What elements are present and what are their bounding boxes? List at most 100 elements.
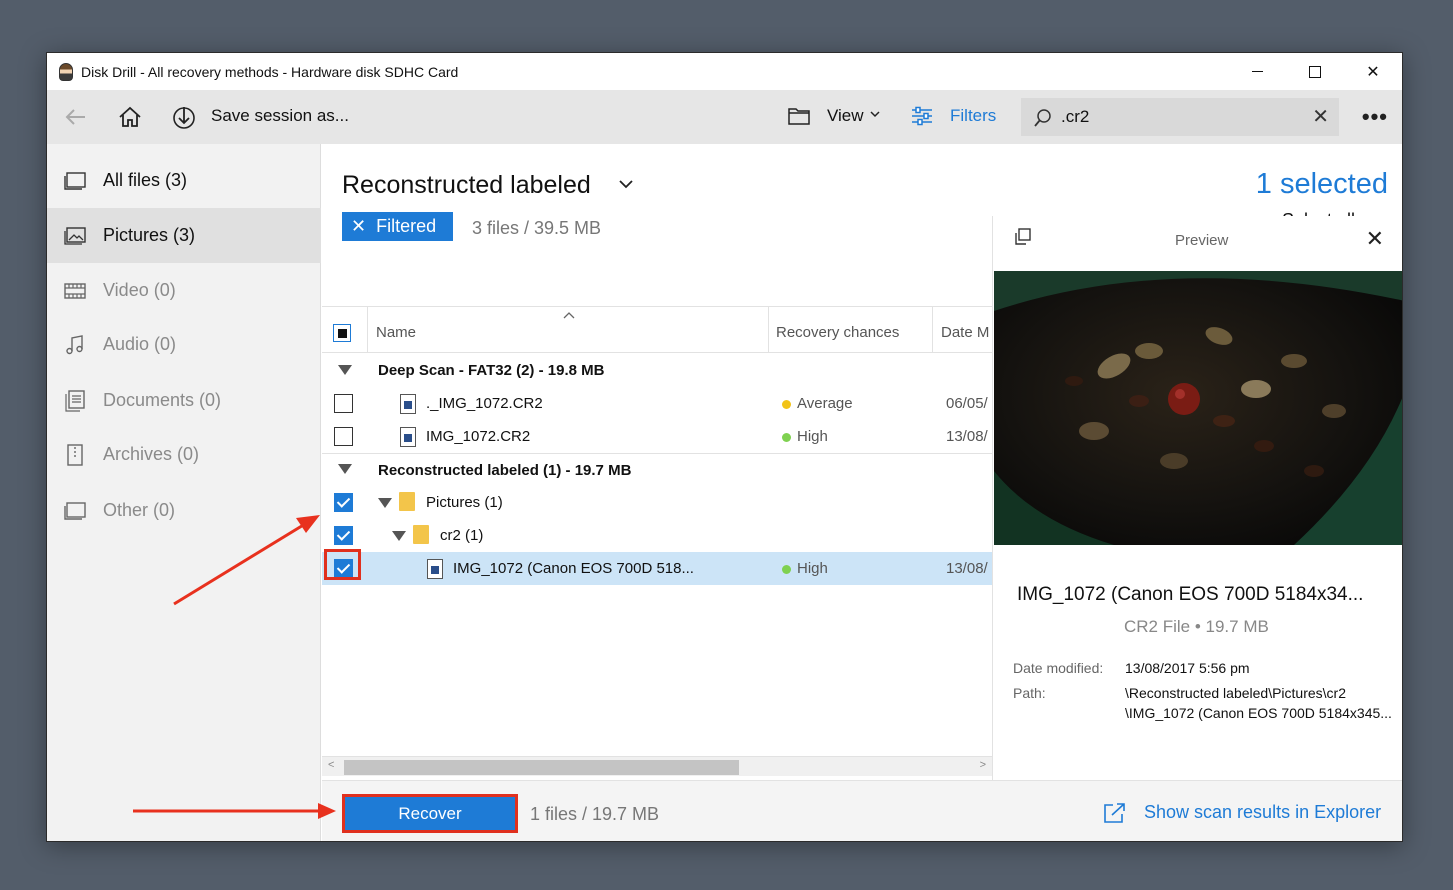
sidebar-item-pictures[interactable]: Pictures (3) xyxy=(47,208,321,263)
table-row-selected[interactable]: IMG_1072 (Canon EOS 700D 518... High 13/… xyxy=(322,549,992,585)
collapse-triangle-icon[interactable] xyxy=(392,531,406,541)
folder-name: Pictures (1) xyxy=(426,494,503,511)
group-label: Deep Scan - FAT32 (2) - 19.8 MB xyxy=(378,362,605,379)
show-in-explorer-link[interactable]: Show scan results in Explorer xyxy=(1144,802,1381,823)
sidebar-item-documents[interactable]: Documents (0) xyxy=(47,373,321,428)
sidebar-item-other[interactable]: Other (0) xyxy=(47,483,321,538)
folder-icon xyxy=(399,492,415,511)
search-box[interactable]: ✕ xyxy=(1021,98,1339,136)
file-name: IMG_1072 (Canon EOS 700D 518... xyxy=(453,560,694,577)
status-dot-average xyxy=(782,400,791,409)
title-bar: Disk Drill - All recovery methods - Hard… xyxy=(47,53,1402,90)
app-logo-icon xyxy=(59,62,73,81)
collapse-triangle-icon[interactable] xyxy=(338,464,352,474)
column-header-name[interactable]: Name xyxy=(376,324,416,341)
scrollbar-thumb[interactable] xyxy=(344,760,739,775)
table-row[interactable]: ._IMG_1072.CR2 Average 06/05/ xyxy=(322,387,992,420)
sidebar-item-label: Pictures (3) xyxy=(103,225,196,245)
table-row[interactable]: IMG_1072.CR2 High 13/08/ xyxy=(322,420,992,453)
column-divider[interactable] xyxy=(768,307,769,353)
date-modified-label: Date modified: xyxy=(1013,660,1104,676)
horizontal-scrollbar[interactable]: < > xyxy=(322,756,992,776)
more-icon[interactable]: ••• xyxy=(1362,104,1388,130)
column-divider[interactable] xyxy=(932,307,933,353)
clear-search-icon[interactable]: ✕ xyxy=(1312,107,1329,127)
file-list-panel: Reconstructed labeled ✕ Filtered 3 files… xyxy=(322,144,992,841)
highlight-box xyxy=(324,549,361,580)
recover-button[interactable]: Recover xyxy=(342,794,518,833)
minimize-button[interactable] xyxy=(1228,53,1286,90)
folder-row[interactable]: cr2 (1) xyxy=(322,519,992,552)
save-session-button[interactable]: Save session as... xyxy=(211,106,349,126)
status-dot-high xyxy=(782,565,791,574)
page-title[interactable]: Reconstructed labeled xyxy=(342,171,591,200)
row-checkbox[interactable] xyxy=(334,427,353,446)
row-checkbox[interactable] xyxy=(334,394,353,413)
folder-icon[interactable] xyxy=(787,105,811,127)
copy-icon[interactable] xyxy=(1013,228,1031,246)
column-header-date[interactable]: Date M xyxy=(941,324,989,341)
scroll-right-icon[interactable]: > xyxy=(980,759,986,771)
search-input[interactable] xyxy=(1061,104,1301,130)
path-value-line2: \IMG_1072 (Canon EOS 700D 5184x345... xyxy=(1125,705,1392,721)
group-label: Reconstructed labeled (1) - 19.7 MB xyxy=(378,462,632,479)
close-window-button[interactable]: ✕ xyxy=(1344,53,1402,90)
path-label: Path: xyxy=(1013,685,1046,701)
date-modified-value: 13/08/2017 5:56 pm xyxy=(1125,660,1250,676)
toolbar: Save session as... View Filters ✕ ••• xyxy=(47,90,1402,144)
back-arrow-icon[interactable] xyxy=(63,104,89,130)
sidebar-item-label: Documents (0) xyxy=(103,390,222,410)
document-icon xyxy=(64,389,86,412)
other-files-icon xyxy=(64,501,86,521)
filters-button[interactable]: Filters xyxy=(950,106,996,126)
row-checkbox[interactable] xyxy=(334,526,353,545)
scroll-left-icon[interactable]: < xyxy=(328,759,334,771)
chevron-down-icon[interactable] xyxy=(869,108,881,122)
recovery-chance: High xyxy=(797,560,828,577)
sidebar-item-video[interactable]: Video (0) xyxy=(47,263,321,318)
preview-title: Preview xyxy=(1175,232,1229,249)
search-icon xyxy=(1033,108,1053,128)
download-icon[interactable] xyxy=(171,104,197,130)
select-all-checkbox[interactable] xyxy=(333,324,351,342)
chevron-down-icon[interactable] xyxy=(618,176,634,192)
folder-name: cr2 (1) xyxy=(440,527,484,544)
archive-icon xyxy=(64,443,86,466)
picture-icon xyxy=(64,226,86,246)
file-summary: 3 files / 39.5 MB xyxy=(472,218,602,238)
bottom-bar: Recover 1 files / 19.7 MB Show scan resu… xyxy=(322,780,1402,841)
maximize-button[interactable] xyxy=(1286,53,1344,90)
external-link-icon[interactable] xyxy=(1103,802,1127,824)
row-checkbox[interactable] xyxy=(334,493,353,512)
filters-icon[interactable] xyxy=(911,106,933,126)
close-icon[interactable]: ✕ xyxy=(351,216,366,237)
recovery-chance: High xyxy=(797,428,828,445)
sidebar-item-all-files[interactable]: All files (3) xyxy=(47,153,321,208)
sidebar-item-label: Other (0) xyxy=(103,500,176,520)
view-menu-button[interactable]: View xyxy=(827,106,864,126)
selected-count: 1 selected xyxy=(1255,168,1388,200)
column-header-recovery[interactable]: Recovery chances xyxy=(776,324,899,341)
sort-up-icon xyxy=(562,308,576,322)
preview-image xyxy=(994,271,1402,545)
home-icon[interactable] xyxy=(117,104,143,130)
selection-header: 1 selected Select all xyxy=(992,144,1402,230)
group-row[interactable]: Deep Scan - FAT32 (2) - 19.8 MB xyxy=(322,354,992,387)
sidebar-item-archives[interactable]: Archives (0) xyxy=(47,427,321,482)
group-row[interactable]: Reconstructed labeled (1) - 19.7 MB xyxy=(322,453,992,486)
close-preview-icon[interactable]: ✕ xyxy=(1366,226,1384,252)
filtered-badge[interactable]: ✕ Filtered xyxy=(342,212,453,241)
window-title: Disk Drill - All recovery methods - Hard… xyxy=(81,63,459,80)
date-modified: 13/08/ xyxy=(946,428,988,445)
folder-row[interactable]: Pictures (1) xyxy=(322,486,992,519)
sidebar-item-audio[interactable]: Audio (0) xyxy=(47,317,321,372)
date-modified: 13/08/ xyxy=(946,560,988,577)
status-dot-high xyxy=(782,433,791,442)
filtered-label: Filtered xyxy=(376,216,437,236)
table-header: Name Recovery chances Date M xyxy=(322,306,992,353)
collapse-triangle-icon[interactable] xyxy=(378,498,392,508)
preview-filename: IMG_1072 (Canon EOS 700D 5184x34... xyxy=(1017,584,1364,605)
music-note-icon xyxy=(64,334,86,355)
collapse-triangle-icon[interactable] xyxy=(338,365,352,375)
preview-panel: Preview ✕ IMG_1072 (Canon EOS 700D 5184x… xyxy=(992,216,1402,780)
